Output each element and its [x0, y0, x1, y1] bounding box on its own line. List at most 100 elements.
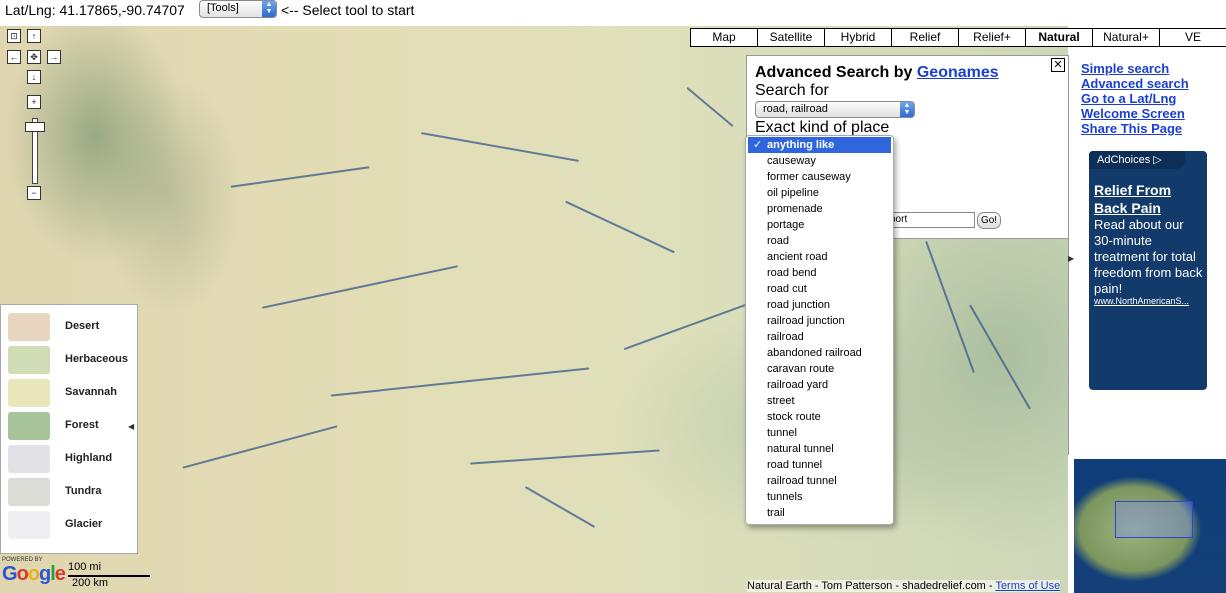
- dropdown-option[interactable]: oil pipeline: [748, 185, 891, 201]
- pan-down-icon[interactable]: ↓: [27, 70, 41, 84]
- dropdown-option[interactable]: road junction: [748, 297, 891, 313]
- dropdown-option-label: road cut: [767, 283, 807, 295]
- dropdown-option-label: stock route: [767, 411, 821, 423]
- go-button[interactable]: Go!: [977, 212, 1001, 229]
- dropdown-option-label: street: [767, 395, 795, 407]
- latlng-readout: Lat/Lng: 41.17865,-90.74707: [5, 2, 185, 18]
- dropdown-option-label: railroad tunnel: [767, 475, 837, 487]
- ad-title[interactable]: Relief From Back Pain: [1094, 181, 1202, 217]
- tool-hint: <-- Select tool to start: [281, 2, 415, 18]
- nav-link[interactable]: Simple search: [1081, 61, 1169, 76]
- dropdown-option[interactable]: road bend: [748, 265, 891, 281]
- pan-up-icon[interactable]: ↑: [27, 29, 41, 43]
- zoom-out-button[interactable]: −: [27, 186, 41, 200]
- dropdown-option[interactable]: road cut: [748, 281, 891, 297]
- place-search-input[interactable]: port: [888, 212, 975, 228]
- fit-icon[interactable]: ⊡: [7, 29, 21, 43]
- panel-collapse-icon[interactable]: ▶: [1068, 254, 1074, 266]
- kind-select[interactable]: road, railroad ▲ ▼: [755, 101, 915, 118]
- dropdown-option[interactable]: tunnels: [748, 489, 891, 505]
- dropdown-option[interactable]: natural tunnel: [748, 441, 891, 457]
- dropdown-option-label: oil pipeline: [767, 187, 819, 199]
- map-type-relief-button[interactable]: Relief: [892, 29, 959, 46]
- terms-link[interactable]: Terms of Use: [995, 580, 1060, 592]
- dropdown-option[interactable]: stock route: [748, 409, 891, 425]
- legend-item: Desert: [8, 313, 133, 343]
- map-type-relief-plus-button[interactable]: Relief+: [959, 29, 1026, 46]
- select-arrows-icon: ▲ ▼: [262, 1, 276, 17]
- dropdown-option[interactable]: street: [748, 393, 891, 409]
- dropdown-option[interactable]: tunnel: [748, 425, 891, 441]
- place-kind-dropdown[interactable]: ✓ anything like causeway former causeway oil…: [745, 135, 894, 525]
- adchoices-badge[interactable]: AdChoices ▷: [1089, 151, 1185, 169]
- river: [230, 166, 370, 188]
- map-type-satellite-button[interactable]: Satellite: [758, 29, 825, 46]
- dropdown-option[interactable]: railroad tunnel: [748, 473, 891, 489]
- dropdown-option[interactable]: promenade: [748, 201, 891, 217]
- nav-link[interactable]: Advanced search: [1081, 76, 1189, 91]
- dropdown-option[interactable]: railroad: [748, 329, 891, 345]
- advertisement[interactable]: AdChoices ▷ Relief From Back Pain Read a…: [1089, 151, 1207, 390]
- map-type-natural-button[interactable]: Natural: [1026, 29, 1093, 46]
- search-title-prefix: Advanced Search by: [755, 64, 913, 81]
- river: [925, 240, 975, 374]
- legend-collapse-icon[interactable]: ◀: [128, 422, 136, 436]
- dropdown-option[interactable]: road tunnel: [748, 457, 891, 473]
- google-logo[interactable]: Google: [2, 563, 66, 586]
- zoom-slider-handle[interactable]: [25, 122, 45, 132]
- dropdown-option[interactable]: ✓ anything like: [748, 137, 891, 153]
- river: [421, 132, 579, 162]
- tools-select[interactable]: [Tools] ▲ ▼: [199, 0, 277, 18]
- nav-link[interactable]: Welcome Screen: [1081, 106, 1185, 121]
- pan-right-icon[interactable]: →: [47, 50, 61, 64]
- scale-miles: 100 mi: [68, 561, 102, 573]
- dropdown-option[interactable]: abandoned railroad: [748, 345, 891, 361]
- dropdown-option[interactable]: railroad yard: [748, 377, 891, 393]
- dropdown-option[interactable]: trail: [748, 505, 891, 521]
- river: [524, 486, 596, 528]
- pan-left-icon[interactable]: ←: [7, 50, 21, 64]
- dropdown-option[interactable]: causeway: [748, 153, 891, 169]
- geonames-link[interactable]: Geonames: [917, 64, 999, 81]
- legend-swatch: [8, 445, 50, 473]
- legend-label: Glacier: [65, 518, 103, 530]
- dropdown-option[interactable]: road: [748, 233, 891, 249]
- ad-url[interactable]: www.NorthAmericanS...: [1094, 296, 1206, 306]
- dropdown-option[interactable]: railroad junction: [748, 313, 891, 329]
- overview-viewport-box[interactable]: [1115, 501, 1193, 538]
- dropdown-option-label: trail: [767, 507, 785, 519]
- dropdown-option-label: railroad junction: [767, 315, 845, 327]
- dropdown-option-label: road junction: [767, 299, 830, 311]
- dropdown-option[interactable]: former causeway: [748, 169, 891, 185]
- legend-swatch: [8, 313, 50, 341]
- legend-swatch: [8, 379, 50, 407]
- map-type-map-button[interactable]: Map: [691, 29, 758, 46]
- map-type-natural-plus-button[interactable]: Natural+: [1093, 29, 1160, 46]
- nav-link[interactable]: Share This Page: [1081, 121, 1182, 136]
- river: [261, 265, 459, 309]
- legend-label: Savannah: [65, 386, 117, 398]
- checkmark-icon: ✓: [753, 139, 763, 151]
- tools-select-value: [Tools]: [207, 2, 239, 14]
- map-type-bar: Map Satellite Hybrid Relief Relief+ Natural Na…: [690, 28, 1226, 47]
- map-type-hybrid-button[interactable]: Hybrid: [825, 29, 892, 46]
- dropdown-option-label: anything like: [767, 139, 835, 151]
- dropdown-option-label: causeway: [767, 155, 816, 167]
- dropdown-option-label: road tunnel: [767, 459, 823, 471]
- map-type-ve-button[interactable]: VE: [1160, 29, 1226, 46]
- pan-center-icon[interactable]: ✥: [27, 50, 41, 64]
- river: [623, 303, 747, 351]
- zoom-in-button[interactable]: +: [27, 95, 41, 109]
- dropdown-option[interactable]: ancient road: [748, 249, 891, 265]
- river: [182, 425, 338, 469]
- legend-item: Glacier: [8, 511, 133, 541]
- vegetation-legend: Desert Herbaceous Savannah Forest Highland Tu…: [0, 304, 138, 554]
- nav-link[interactable]: Go to a Lat/Lng: [1081, 91, 1176, 106]
- dropdown-option-label: road: [767, 235, 790, 247]
- select-arrows-icon: ▲ ▼: [900, 102, 914, 117]
- search-for-label: Search for: [755, 82, 829, 99]
- dropdown-option[interactable]: portage: [748, 217, 891, 233]
- attribution-text: Natural Earth - Tom Patterson - shadedre…: [747, 580, 996, 592]
- close-icon[interactable]: ✕: [1051, 58, 1065, 72]
- dropdown-option[interactable]: caravan route: [748, 361, 891, 377]
